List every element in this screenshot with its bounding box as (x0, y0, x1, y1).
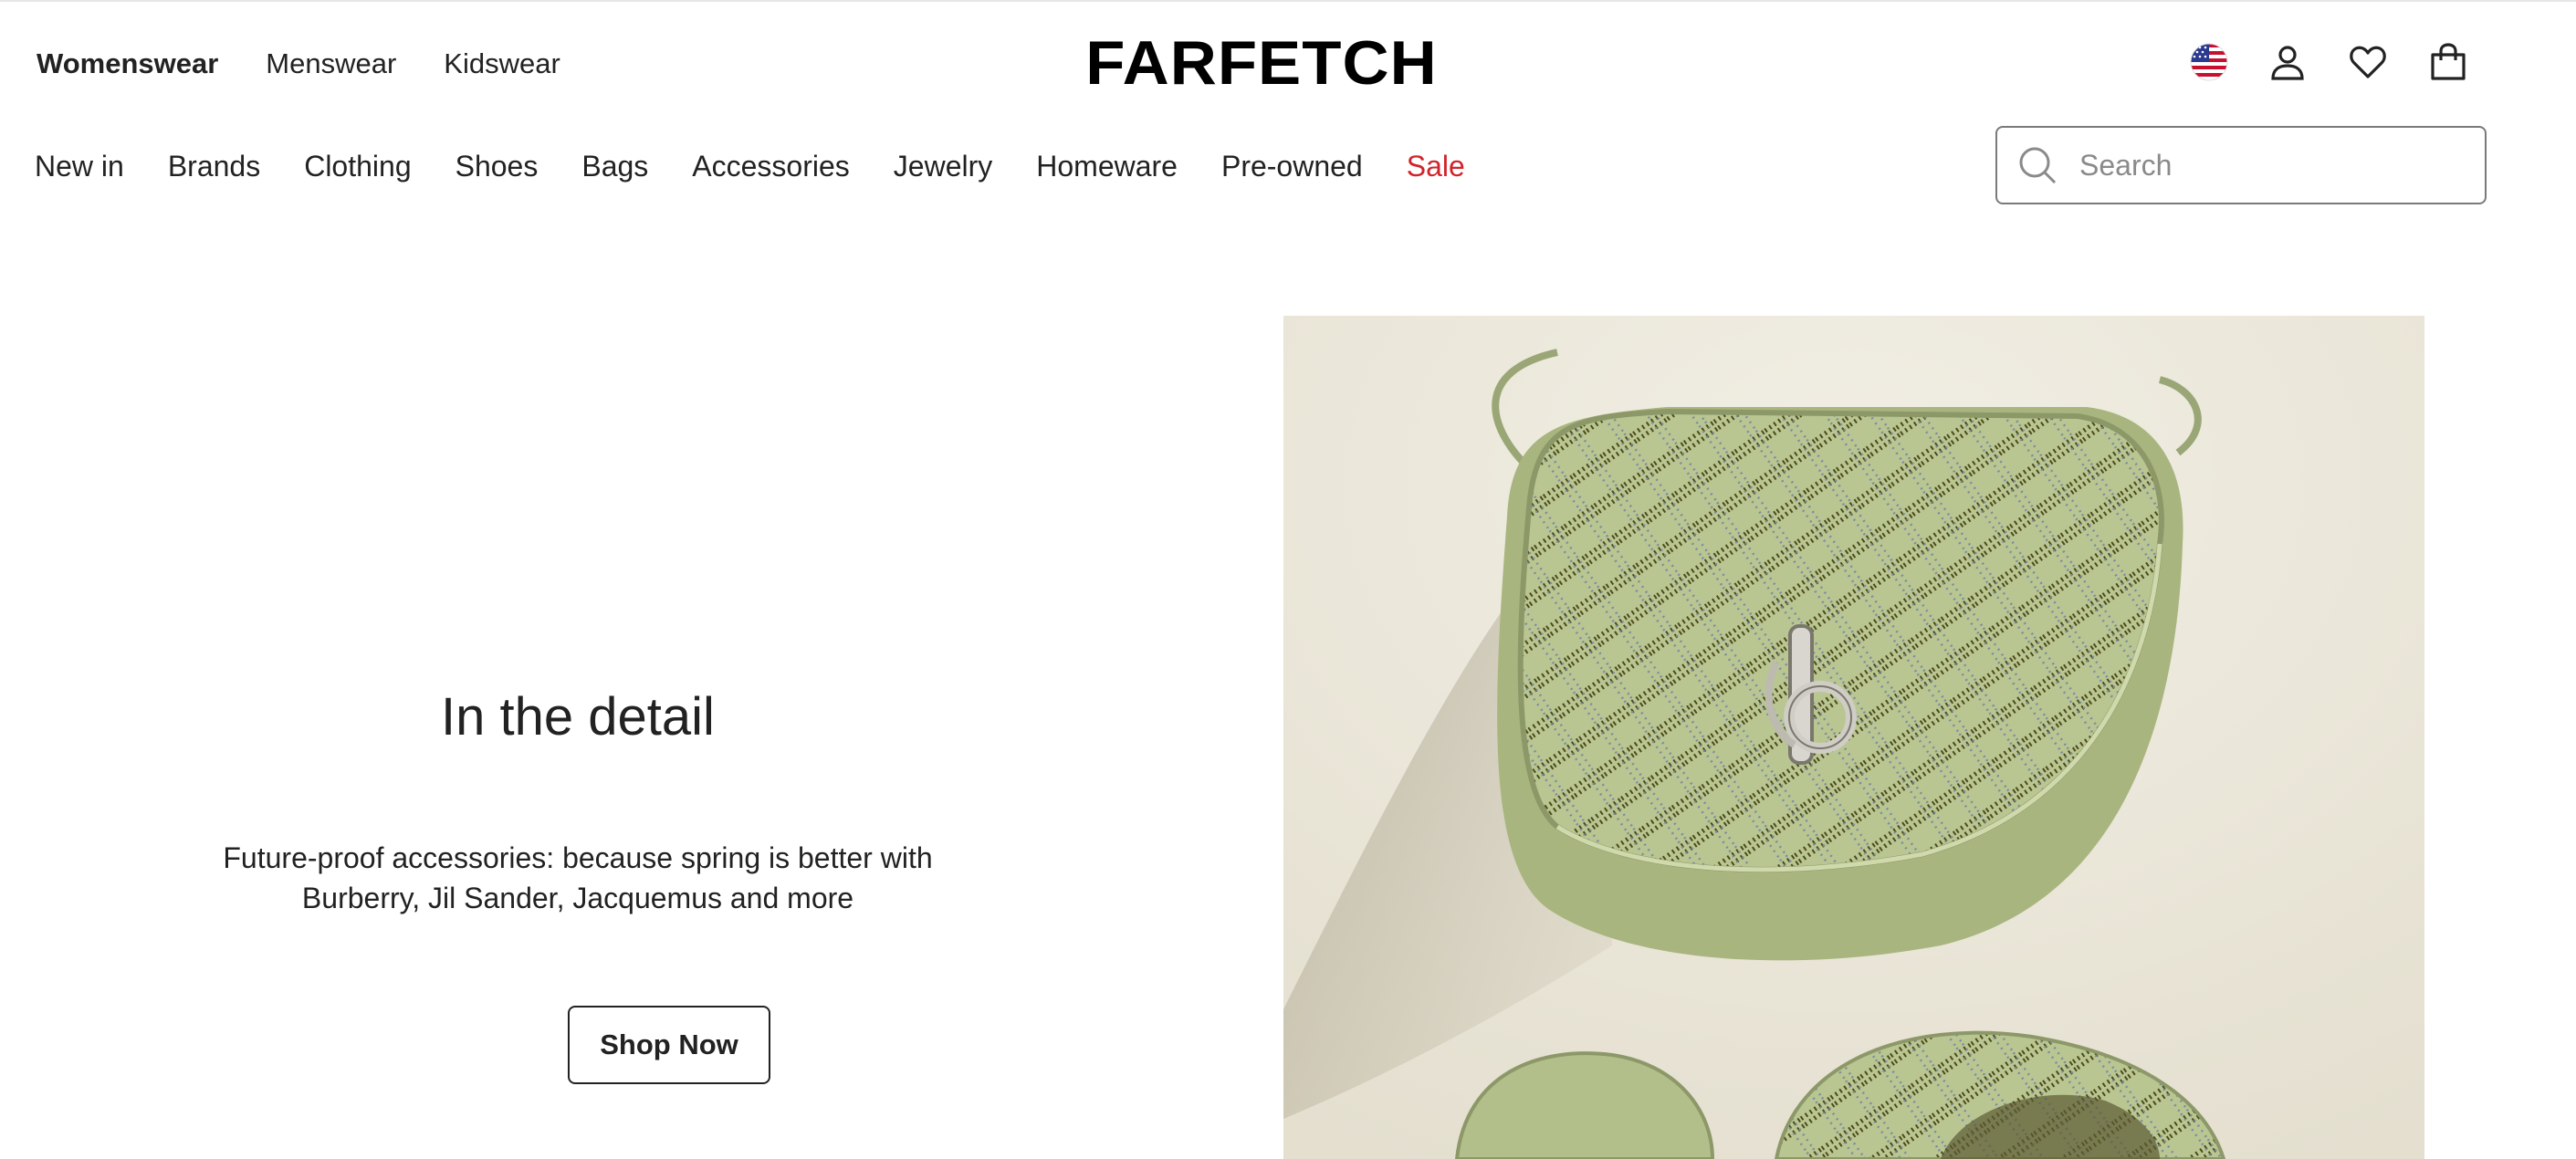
nav-accessories[interactable]: Accessories (692, 146, 850, 186)
search-icon (2019, 147, 2057, 184)
nav-pre-owned[interactable]: Pre-owned (1221, 146, 1363, 186)
tab-kidswear[interactable]: Kidswear (444, 44, 560, 84)
nav-new-in[interactable]: New in (35, 146, 124, 186)
nav-sale[interactable]: Sale (1407, 146, 1465, 186)
shopping-bag-icon[interactable] (2426, 40, 2470, 84)
gender-tabs: Womenswear Menswear Kidswear (37, 44, 560, 84)
us-flag-icon[interactable] (2187, 40, 2231, 84)
hero-title: In the detail (441, 687, 715, 747)
wishlist-heart-icon[interactable] (2346, 40, 2390, 84)
tab-womenswear[interactable]: Womenswear (37, 44, 218, 84)
nav-shoes[interactable]: Shoes (456, 146, 539, 186)
account-icon[interactable] (2266, 40, 2309, 84)
farfetch-logo[interactable]: FARFETCH (1070, 31, 1453, 95)
hero-product-image[interactable] (1283, 316, 2424, 1159)
category-nav: New in Brands Clothing Shoes Bags Access… (35, 146, 1465, 186)
nav-brands[interactable]: Brands (168, 146, 260, 186)
top-border (0, 0, 2576, 2)
search-input[interactable] (2078, 147, 2446, 183)
tab-menswear[interactable]: Menswear (266, 44, 396, 84)
search-box[interactable] (1995, 126, 2487, 204)
nav-jewelry[interactable]: Jewelry (894, 146, 992, 186)
hero-description: Future-proof accessories: because spring… (223, 841, 933, 914)
nav-clothing[interactable]: Clothing (304, 146, 411, 186)
product-photo (1283, 316, 2424, 1159)
nav-bags[interactable]: Bags (581, 146, 648, 186)
nav-homeware[interactable]: Homeware (1036, 146, 1178, 186)
shop-now-button[interactable]: Shop Now (568, 1006, 770, 1084)
